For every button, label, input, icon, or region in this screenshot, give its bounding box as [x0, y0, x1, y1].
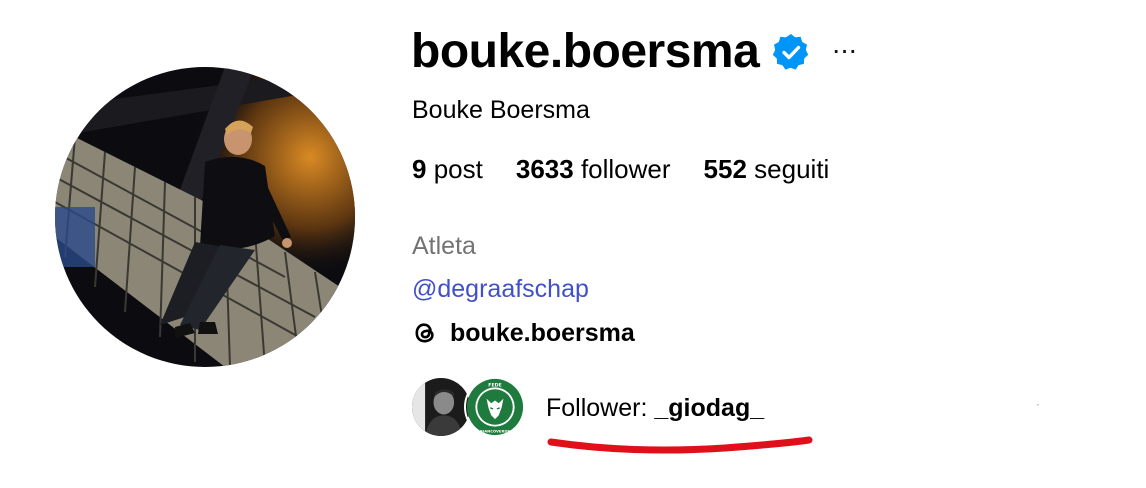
- badge-text-bottom: BIANCOVERDE: [480, 429, 510, 433]
- following-stat[interactable]: 552 seguiti: [704, 154, 830, 184]
- followed-by-prefix: Follower:: [546, 394, 648, 422]
- badge-text-top: FEDE: [488, 382, 501, 388]
- posts-stat: 9 post: [412, 154, 483, 184]
- posts-label: post: [433, 154, 483, 184]
- followers-label: follower: [580, 154, 671, 184]
- profile-avatar[interactable]: [55, 67, 355, 367]
- follower-avatar: [410, 376, 472, 438]
- profile-photo: [55, 67, 355, 367]
- threads-logo-icon: [410, 318, 440, 348]
- followed-by-name[interactable]: _giodag_: [654, 394, 764, 422]
- following-label: seguiti: [754, 154, 830, 184]
- following-count: 552: [703, 154, 747, 184]
- profile-username: bouke.boersma: [411, 25, 760, 78]
- posts-count: 9: [412, 154, 427, 184]
- followers-stat[interactable]: 3633 follower: [516, 154, 671, 184]
- followed-by-text: Follower: _giodag_: [546, 393, 764, 423]
- follower-avatar: FEDE BIANCOVERDE: [464, 376, 526, 438]
- profile-category: Atleta: [412, 232, 476, 260]
- verified-badge-icon: [771, 32, 811, 72]
- profile-stats: 9 post 3633 follower 552 seguiti: [412, 154, 829, 184]
- stray-mark: ·: [1036, 397, 1040, 411]
- threads-link[interactable]: bouke.boersma: [410, 316, 635, 350]
- red-annotation-underline: [547, 436, 813, 454]
- threads-handle: bouke.boersma: [450, 319, 635, 347]
- more-options-icon[interactable]: ···: [828, 30, 860, 70]
- profile-full-name: Bouke Boersma: [412, 96, 590, 124]
- followers-count: 3633: [515, 154, 574, 184]
- bio-mention-link[interactable]: @degraafschap: [412, 274, 589, 304]
